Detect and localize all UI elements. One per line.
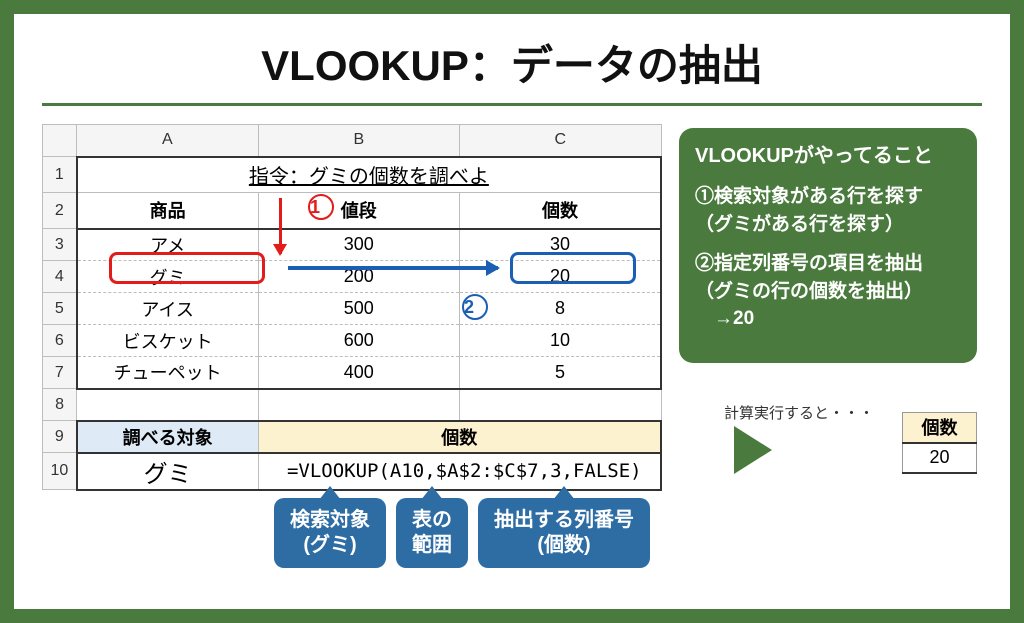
row-header-9: 9 [43,421,77,453]
callout-col-index: 抽出する列番号 (個数) [478,498,650,568]
row-header-6: 6 [43,325,77,357]
panel-text: ①検索対象がある行を探す [695,186,923,207]
arrow-right-blue [288,266,498,270]
callout-table-range: 表の 範囲 [396,498,468,568]
result-header: 個数 [903,413,977,443]
callout-text: (個数) [537,534,590,556]
spreadsheet: A B C 1 指令：グミの個数を調べよ 2 商品 値段 個数 3 アメ [42,124,662,491]
row-header-2: 2 [43,193,77,229]
col-header-A: A [77,125,258,157]
cell-A10: グミ [77,453,258,490]
slide-frame: VLOOKUP：データの抽出 A B C 1 指令：グミの個数を調べよ 2 商品… [0,0,1024,623]
row-header-10: 10 [43,453,77,490]
marker-1-icon: 1 [308,194,334,220]
panel-text: （グミがある行を探す） [695,214,904,235]
callout-text: 抽出する列番号 [494,509,634,531]
col-header-B: B [258,125,459,157]
arrow-down-red [279,198,282,254]
explanation-panel: VLOOKUPがやってること ①検索対象がある行を探す （グミがある行を探す） … [679,128,977,363]
callout-text: 表の [412,509,452,531]
callout-text: (グミ) [303,534,356,556]
instruction-cell: 指令：グミの個数を調べよ [77,157,661,193]
cell-B8 [258,389,459,421]
marker-2-icon: 2 [462,294,488,320]
cell-formula: =VLOOKUP(A10,$A$2:$C$7,3,FALSE) [258,453,661,490]
cell-A5: アイス [77,293,258,325]
panel-title: VLOOKUPがやってること [695,142,961,171]
panel-step1: ①検索対象がある行を探す （グミがある行を探す） [695,183,961,238]
cell-B3: 300 [258,229,459,261]
header-price: 値段 [258,193,459,229]
row-header-1: 1 [43,157,77,193]
spreadsheet-grid: A B C 1 指令：グミの個数を調べよ 2 商品 値段 個数 3 アメ [42,124,662,491]
callout-text: 検索対象 [290,509,370,531]
formula-callouts: 検索対象 (グミ) 表の 範囲 抽出する列番号 (個数) [274,498,650,568]
header-product: 商品 [77,193,258,229]
cell-A7: チューペット [77,357,258,389]
play-triangle-icon [734,426,772,474]
grid-corner [43,125,77,157]
cell-B6: 600 [258,325,459,357]
callout-lookup-value: 検索対象 (グミ) [274,498,386,568]
row-header-4: 4 [43,261,77,293]
cell-C6: 10 [460,325,662,357]
title-divider [42,103,982,106]
row-header-5: 5 [43,293,77,325]
cell-A3: アメ [77,229,258,261]
cell-C3: 30 [460,229,662,261]
panel-step2: ②指定列番号の項目を抽出 （グミの行の個数を抽出） →20 [695,250,961,333]
cell-B7: 400 [258,357,459,389]
cell-C8 [460,389,662,421]
col-header-C: C [460,125,662,157]
row-header-3: 3 [43,229,77,261]
panel-text: ②指定列番号の項目を抽出 [695,253,923,274]
cell-C7: 5 [460,357,662,389]
cell-B5: 500 [258,293,459,325]
header-qty: 個数 [460,193,662,229]
row-header-8: 8 [43,389,77,421]
cell-A8 [77,389,258,421]
lookup-header-target: 調べる対象 [77,421,258,453]
panel-text: （グミの行の個数を抽出） [695,281,923,302]
page-title: VLOOKUP：データの抽出 [14,32,1010,93]
lookup-header-qty: 個数 [258,421,661,453]
result-caption: 計算実行すると・・・ [724,402,874,423]
row-header-7: 7 [43,357,77,389]
result-value: 20 [903,443,977,473]
panel-text: →20 [695,308,754,329]
result-mini-table: 個数 20 [902,412,977,474]
cell-A4: グミ [77,261,258,293]
callout-text: 範囲 [412,534,452,556]
cell-A6: ビスケット [77,325,258,357]
cell-C5: 8 [460,293,662,325]
